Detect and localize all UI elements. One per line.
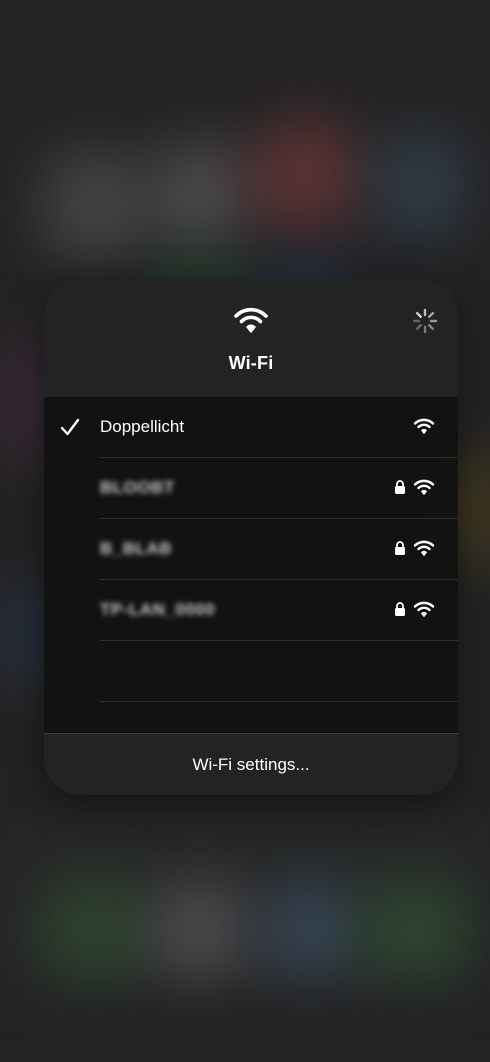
control-center-screen: Wi-Fi Doppellicht BLOOBT B_BLAB TP-LAN_0…: [0, 0, 490, 1062]
wifi-panel-title: Wi-Fi: [228, 353, 274, 373]
wifi-panel-header: Wi-Fi: [44, 279, 458, 397]
checkmark-icon: [60, 418, 80, 436]
lock-icon: [395, 541, 405, 555]
wifi-signal-icon: [413, 418, 435, 434]
network-name-obscured: TP-LAN_0000: [100, 600, 216, 619]
lock-icon: [395, 602, 405, 616]
empty-list-row: [44, 702, 458, 733]
network-name: Doppellicht: [100, 417, 185, 436]
loading-spinner-icon: [412, 308, 438, 334]
network-name-obscured: BLOOBT: [100, 478, 175, 497]
wifi-icon[interactable]: [233, 305, 269, 335]
empty-list-row: [44, 641, 458, 702]
network-name-obscured: B_BLAB: [100, 539, 172, 558]
network-row-connected[interactable]: Doppellicht: [44, 397, 458, 458]
wifi-signal-icon: [413, 601, 435, 617]
wifi-panel: Wi-Fi Doppellicht BLOOBT B_BLAB TP-LAN_0…: [44, 279, 458, 795]
network-row[interactable]: BLOOBT: [44, 458, 458, 519]
wifi-signal-icon: [413, 540, 435, 556]
wifi-signal-icon: [413, 479, 435, 495]
network-row[interactable]: TP-LAN_0000: [44, 580, 458, 641]
wifi-settings-label: Wi-Fi settings...: [192, 755, 310, 774]
wifi-settings-button[interactable]: Wi-Fi settings...: [44, 733, 458, 795]
network-row[interactable]: B_BLAB: [44, 519, 458, 580]
lock-icon: [395, 480, 405, 494]
wifi-network-list: Doppellicht BLOOBT B_BLAB TP-LAN_0000: [44, 397, 458, 733]
